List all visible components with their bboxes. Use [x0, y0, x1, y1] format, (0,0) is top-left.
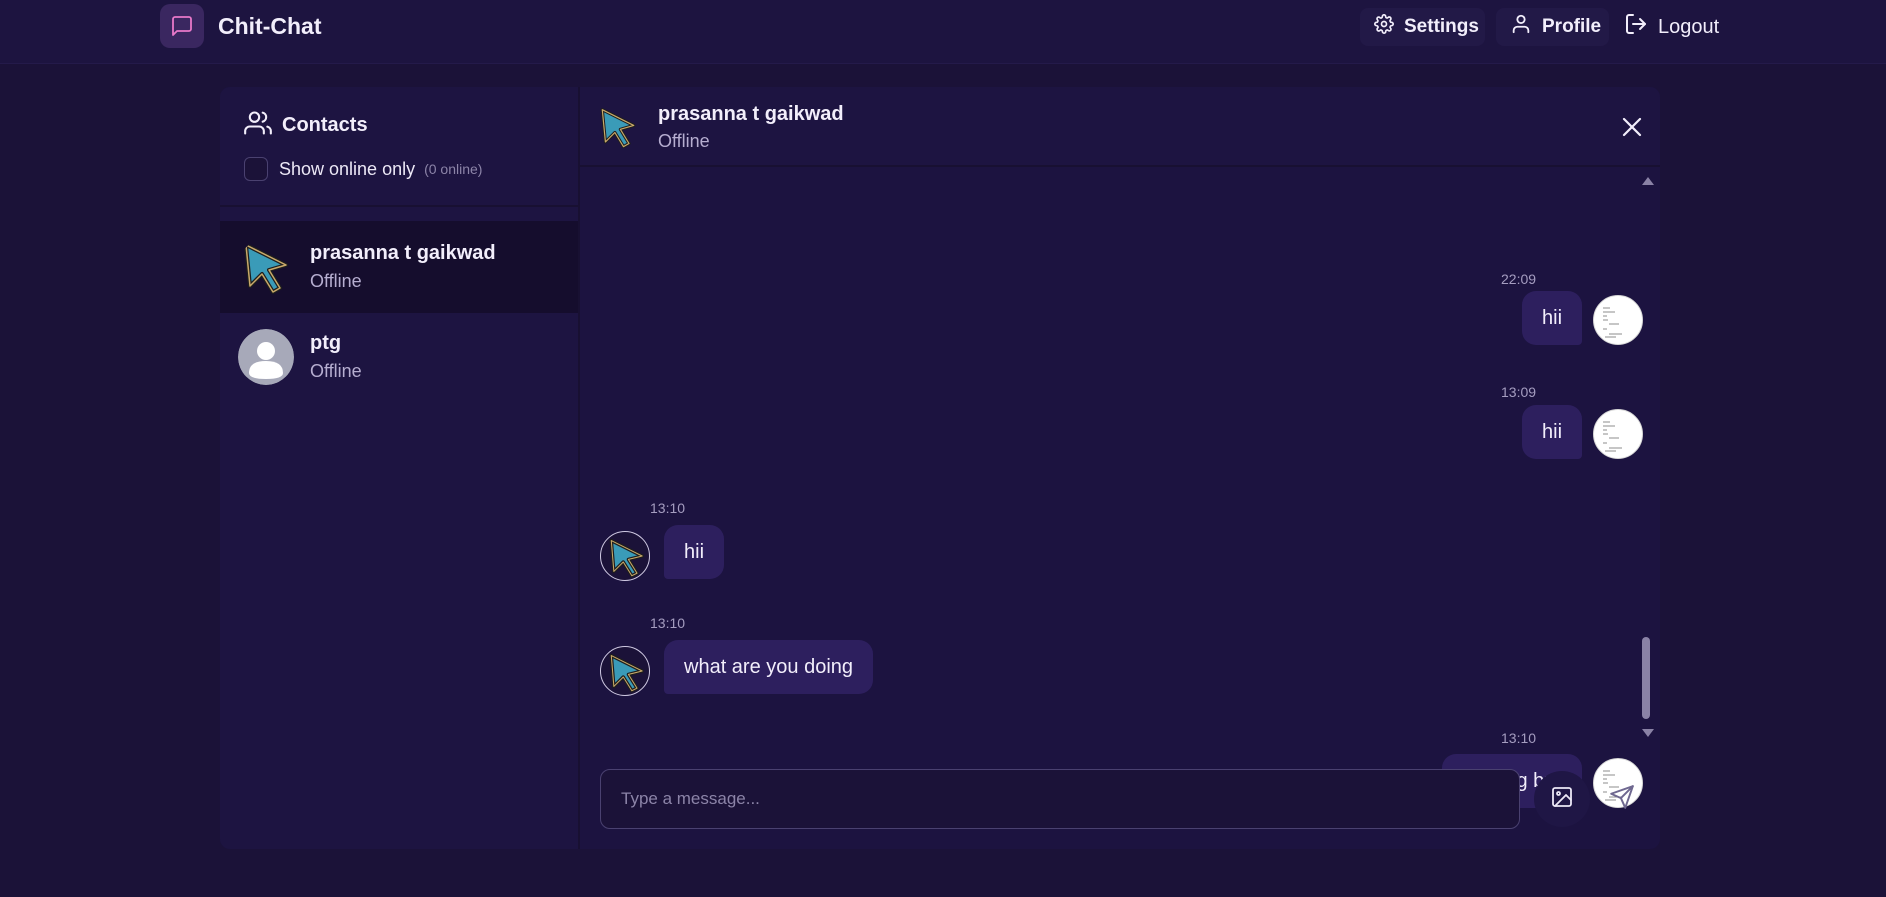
message-bubble: hii [664, 525, 725, 579]
message-timestamp: 13:10 [650, 500, 686, 516]
message-bubble: hii [1522, 405, 1583, 459]
contact-status: Offline [310, 271, 362, 291]
brand[interactable]: Chit-Chat [160, 4, 321, 48]
contact-status: Offline [310, 361, 362, 381]
show-online-toggle: Show online only (0 online) [244, 157, 482, 181]
contact-item[interactable]: prasanna t gaikwad Offline [220, 221, 578, 313]
contact-item[interactable]: ptg Offline [220, 311, 578, 403]
chat-panel: prasanna t gaikwad Offline 22:09 hii 13:… [580, 87, 1660, 849]
user-avatar [1593, 295, 1643, 345]
gear-icon [1374, 14, 1394, 40]
send-icon [1609, 784, 1635, 815]
top-navbar: Chit-Chat Settings Profile Logout [0, 0, 1886, 64]
contacts-header: Contacts [244, 109, 368, 142]
message-timestamp: 13:09 [1501, 384, 1537, 400]
user-icon [1510, 13, 1532, 41]
scroll-down-arrow-icon[interactable] [1642, 729, 1654, 737]
message-input[interactable] [600, 769, 1520, 829]
contacts-title: Contacts [282, 114, 368, 136]
chat-contact-name: prasanna t gaikwad [658, 103, 844, 125]
profile-button[interactable]: Profile [1496, 8, 1609, 46]
settings-label: Settings [1404, 16, 1479, 37]
settings-button[interactable]: Settings [1360, 8, 1485, 46]
user-avatar [1593, 409, 1643, 459]
profile-label: Profile [1542, 16, 1602, 37]
contact-name: ptg [310, 332, 342, 354]
message-timestamp: 13:10 [1501, 730, 1537, 746]
message-scrollbar[interactable] [1640, 177, 1654, 737]
image-icon [1550, 785, 1574, 814]
close-icon [1620, 117, 1644, 143]
contact-avatar [600, 646, 650, 696]
logout-label: Logout [1658, 15, 1720, 38]
contact-avatar [600, 531, 650, 581]
chat-container: Contacts Show online only (0 online) pra… [220, 87, 1660, 849]
attach-image-button[interactable] [1534, 771, 1590, 827]
message-timestamp: 13:10 [650, 615, 686, 631]
message-timestamp: 22:09 [1501, 271, 1537, 287]
users-icon [244, 109, 272, 142]
logout-icon [1624, 12, 1648, 42]
close-chat-button[interactable] [1620, 115, 1644, 139]
message-composer [580, 759, 1660, 849]
show-online-checkbox[interactable] [244, 157, 268, 181]
message-bubble: what are you doing [664, 640, 874, 694]
scroll-up-arrow-icon[interactable] [1642, 177, 1654, 185]
chat-bubble-icon [160, 4, 204, 48]
logout-button[interactable]: Logout [1616, 8, 1727, 46]
chat-contact-status: Offline [658, 131, 710, 151]
message-list: 22:09 hii 13:09 hii 13:10 hii 13:10 what… [580, 169, 1660, 808]
online-count: (0 online) [424, 161, 483, 177]
cursor-arrow-avatar [596, 105, 640, 149]
contact-name: prasanna t gaikwad [310, 242, 496, 264]
contacts-sidebar: Contacts Show online only (0 online) pra… [220, 87, 580, 849]
send-button[interactable] [1594, 771, 1650, 827]
show-online-label[interactable]: Show online only [279, 159, 415, 180]
divider [220, 205, 580, 207]
scroll-thumb[interactable] [1642, 637, 1650, 719]
app-name: Chit-Chat [218, 12, 322, 39]
chat-header: prasanna t gaikwad Offline [580, 87, 1660, 167]
message-bubble: hii [1522, 291, 1583, 345]
default-user-avatar [238, 329, 294, 385]
cursor-arrow-avatar [238, 239, 294, 295]
